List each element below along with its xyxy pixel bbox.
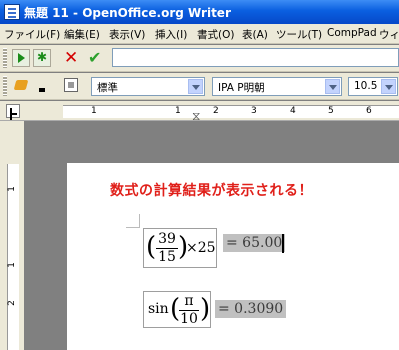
- formula-result[interactable]: = 65.00: [223, 234, 286, 252]
- menu-view[interactable]: 表示(V): [109, 27, 145, 42]
- menu-tools[interactable]: ツール(T): [276, 27, 322, 42]
- formula-numerator: 39: [158, 231, 176, 247]
- insert-function-icon[interactable]: [33, 49, 51, 67]
- ruler-number: 1: [175, 106, 181, 116]
- vruler-number: 1: [6, 262, 17, 268]
- menu-edit[interactable]: 編集(E): [64, 27, 100, 42]
- tab-stop-icon[interactable]: [6, 104, 20, 118]
- formula-paren: ): [200, 294, 211, 324]
- chevron-down-icon[interactable]: [325, 79, 340, 94]
- formula-toolbar: ✕ ✔: [0, 45, 399, 72]
- toolbar-grip[interactable]: [3, 48, 7, 68]
- styles-formatting-icon[interactable]: [12, 76, 34, 96]
- ruler-number: 5: [328, 106, 334, 116]
- chevron-down-icon[interactable]: [381, 79, 396, 94]
- menu-file[interactable]: ファイル(F): [4, 27, 60, 42]
- accept-icon[interactable]: ✔: [88, 48, 101, 68]
- font-name-value: IPA P明朝: [218, 82, 265, 94]
- navigate-icon[interactable]: [12, 49, 30, 67]
- formula-numerator: π: [184, 293, 194, 309]
- formula-result[interactable]: = 0.3090: [215, 300, 287, 318]
- vruler-number: 2: [6, 300, 17, 306]
- ruler-number: 6: [366, 106, 372, 116]
- formula-object[interactable]: sin ( π 10 ): [143, 291, 211, 328]
- indent-marker-icon[interactable]: ⧖: [192, 110, 200, 122]
- formula-denominator: 15: [158, 249, 176, 265]
- ruler-bar: 1 1 2 3 4 5 6 ⧖: [0, 101, 399, 122]
- formula-paren: (: [146, 232, 157, 262]
- ruler-number: 1: [91, 106, 97, 116]
- toolbar-options-icon[interactable]: [39, 80, 47, 94]
- writer-app-icon[interactable]: [4, 4, 20, 20]
- formula-input[interactable]: [112, 48, 399, 67]
- formula-denominator: 10: [180, 311, 198, 327]
- menu-window[interactable]: ウィ: [379, 27, 399, 42]
- ruler-number: 3: [251, 106, 257, 116]
- navigator-icon[interactable]: [64, 78, 78, 92]
- menu-table[interactable]: 表(A): [242, 27, 268, 42]
- paragraph-style-value: 標準: [97, 82, 118, 94]
- horizontal-ruler[interactable]: 1 1 2 3 4 5 6 ⧖: [63, 105, 399, 122]
- chevron-down-icon[interactable]: [188, 79, 203, 94]
- vruler-number: 1: [6, 186, 17, 192]
- paragraph-style-select[interactable]: 標準: [91, 77, 205, 96]
- vertical-ruler[interactable]: 1 1 2: [7, 164, 19, 350]
- formula-function: sin: [148, 301, 169, 317]
- ruler-number: 4: [290, 106, 296, 116]
- ruler-number: 2: [213, 106, 219, 116]
- text-boundary-corner: [126, 214, 140, 228]
- formula-tail: ×25: [186, 240, 216, 256]
- cancel-icon[interactable]: ✕: [64, 48, 78, 68]
- menu-bar: ファイル(F) 編集(E) 表示(V) 挿入(I) 書式(O) 表(A) ツール…: [0, 24, 399, 44]
- menu-insert[interactable]: 挿入(I): [155, 27, 187, 42]
- font-size-value: 10.5: [354, 80, 378, 92]
- formatting-toolbar: 標準 IPA P明朝 10.5: [0, 73, 399, 100]
- text-cursor: [282, 234, 284, 253]
- menu-comppad[interactable]: CompPad: [327, 27, 377, 39]
- toolbar-grip[interactable]: [3, 76, 7, 96]
- title-bar: 無題 11 - OpenOffice.org Writer: [0, 0, 399, 24]
- font-size-select[interactable]: 10.5: [348, 77, 398, 96]
- formula-object[interactable]: ( 39 15 ) ×25: [143, 228, 217, 268]
- window-title: 無題 11 - OpenOffice.org Writer: [24, 6, 231, 20]
- font-name-select[interactable]: IPA P明朝: [212, 77, 342, 96]
- document-heading[interactable]: 数式の計算結果が表示される！: [110, 180, 313, 200]
- menu-format[interactable]: 書式(O): [197, 27, 234, 42]
